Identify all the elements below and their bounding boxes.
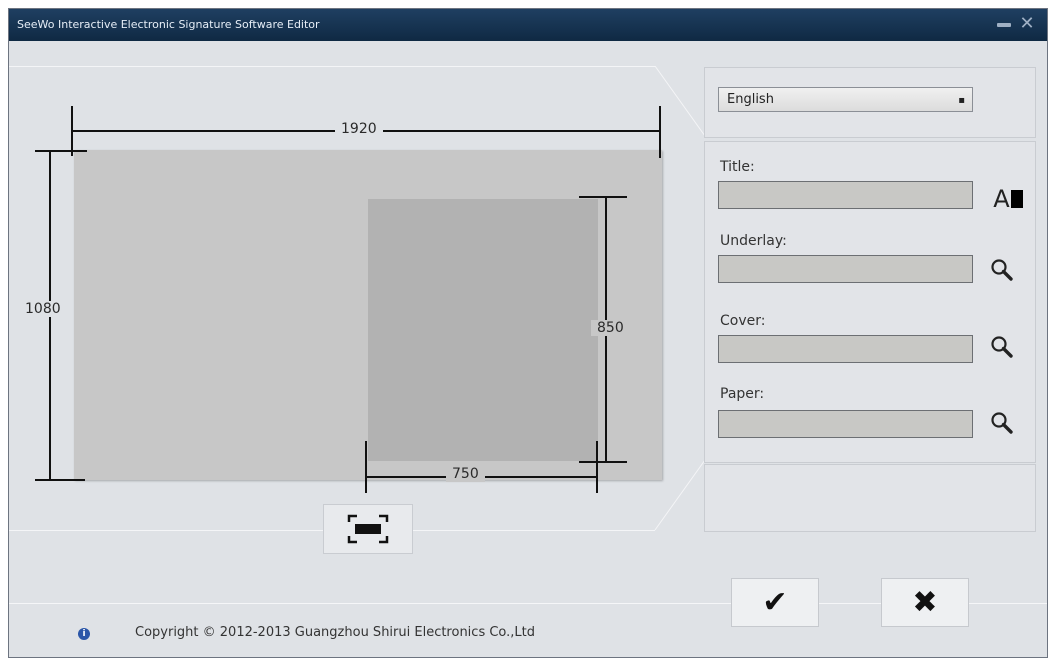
inner-width-label: 750	[446, 466, 485, 482]
paper-input[interactable]	[718, 410, 973, 438]
font-button[interactable]: A	[983, 184, 1033, 214]
cancel-button[interactable]: ✖	[881, 578, 969, 627]
fit-screen-button[interactable]	[323, 504, 413, 554]
paper-label: Paper:	[720, 386, 765, 402]
width-dim-label: 1920	[335, 121, 383, 137]
underlay-browse-button[interactable]	[987, 255, 1017, 285]
width-dim-right-tick	[659, 106, 661, 158]
ok-button[interactable]: ✔	[731, 578, 819, 627]
window-title: SeeWo Interactive Electronic Signature S…	[17, 18, 320, 31]
x-icon: ✖	[912, 585, 938, 620]
font-icon-letter: A	[993, 185, 1010, 213]
title-bar: SeeWo Interactive Electronic Signature S…	[9, 9, 1047, 41]
content-area	[368, 199, 598, 461]
copyright-text: Copyright © 2012-2013 Guangzhou Shirui E…	[135, 625, 536, 640]
underlay-label: Underlay:	[720, 233, 787, 249]
inner-height-bottom-tick	[579, 461, 627, 463]
close-icon[interactable]: ✕	[1017, 14, 1037, 34]
inner-width-right-tick	[596, 441, 598, 493]
editor-window: SeeWo Interactive Electronic Signature S…	[8, 8, 1048, 658]
height-dim-top-tick	[35, 150, 87, 152]
title-label: Title:	[720, 159, 755, 175]
magnifier-icon	[991, 259, 1013, 281]
language-select[interactable]: English ▪	[718, 87, 973, 112]
paper-browse-button[interactable]	[987, 408, 1017, 438]
title-input[interactable]	[718, 181, 973, 209]
chevron-down-icon: ▪	[958, 95, 965, 106]
height-dim-bottom-tick	[35, 479, 85, 481]
empty-panel	[704, 464, 1036, 532]
fit-screen-icon	[347, 514, 389, 544]
underlay-input[interactable]	[718, 255, 973, 283]
inner-height-label: 850	[591, 320, 630, 336]
minimize-icon[interactable]	[997, 23, 1011, 27]
checkmark-icon: ✔	[762, 585, 788, 620]
inner-width-left-tick	[365, 441, 367, 493]
magnifier-icon	[991, 412, 1013, 434]
cover-label: Cover:	[720, 313, 766, 329]
cover-browse-button[interactable]	[987, 332, 1017, 362]
language-select-value: English	[727, 92, 774, 107]
font-icon: A	[993, 184, 1023, 214]
height-dim-label: 1080	[25, 301, 61, 317]
cover-input[interactable]	[718, 335, 973, 363]
panel-border-top	[9, 66, 655, 67]
inner-height-top-tick	[579, 196, 627, 198]
info-icon[interactable]: i	[78, 628, 90, 640]
magnifier-icon	[991, 336, 1013, 358]
